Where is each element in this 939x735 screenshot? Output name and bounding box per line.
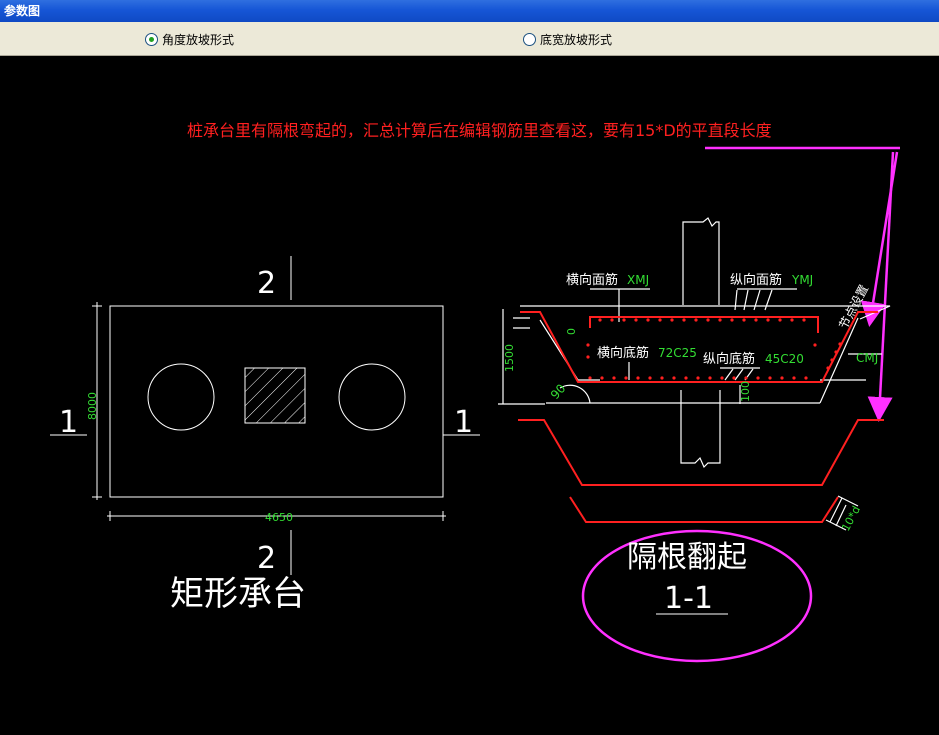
dim-width-label: 4650: [265, 511, 293, 524]
side-rebar-code: CMJ: [856, 351, 878, 365]
section-label-top: 2: [257, 266, 276, 301]
section-view: [498, 217, 891, 531]
pile-right: [338, 363, 406, 431]
bottom-rebar-y-code: 45C20: [765, 352, 804, 366]
radio-selected-icon[interactable]: [145, 33, 158, 46]
plan-caption: 矩形承台: [170, 574, 306, 614]
section-label-left: 1: [59, 405, 78, 440]
annotation-text: 桩承台里有隔根弯起的，汇总计算后在编辑钢筋里查看这，要有15*D的平直段长度: [187, 121, 772, 140]
dim-height-label: 8000: [86, 392, 99, 420]
bottom-rebar-y-label: 纵向底筋: [703, 351, 755, 367]
column-outline: [682, 217, 720, 305]
dim-zero-label: 0: [565, 328, 578, 335]
radio-unselected-icon[interactable]: [523, 33, 536, 46]
radio-angle-slope-label: 角度放坡形式: [162, 33, 235, 47]
plan-view: [50, 256, 480, 575]
rebar-dots-top: [598, 318, 806, 322]
window-title: 参数图: [4, 4, 41, 18]
section-caption-sub: 1-1: [664, 581, 713, 616]
alternate-flat-rebar: [569, 496, 839, 523]
section-label-right: 1: [454, 405, 473, 440]
dim-depth-label: 1500: [503, 344, 516, 372]
top-rebar-y-label: 纵向面筋: [730, 272, 782, 288]
pile-outline: [680, 390, 721, 469]
slope-mode-toolbar: 角度放坡形式 底宽放坡形式: [0, 22, 939, 56]
bottom-rebar-x-label: 横向底筋: [597, 345, 649, 361]
radio-width-slope[interactable]: 底宽放坡形式: [523, 31, 612, 48]
parameter-window: 参数图 角度放坡形式 底宽放坡形式 桩承台里有隔根弯起的，汇总计算后在编辑钢筋里…: [0, 0, 939, 731]
arrow-to-bend-bottom: [867, 151, 895, 422]
pile-left: [147, 363, 215, 431]
bottom-rebar-x-code: 72C25: [658, 346, 697, 360]
title-bar: 参数图: [0, 0, 939, 22]
arrow-to-bend-top: [860, 151, 899, 327]
section-label-bottom: 2: [257, 541, 276, 576]
alternate-bent-rebar: [518, 419, 884, 486]
radio-width-slope-label: 底宽放坡形式: [540, 33, 613, 47]
angle-label: 90: [548, 381, 569, 402]
bend-length-label: 10*d: [839, 504, 863, 533]
top-rebar-x-label: 横向面筋: [566, 272, 618, 288]
top-rebar-x-code: XMJ: [627, 273, 649, 287]
side-rebar-label: 节点设置: [836, 282, 871, 331]
section-caption-main: 隔根翻起: [627, 540, 747, 575]
column-hatched: [244, 367, 306, 424]
drawing-canvas: 桩承台里有隔根弯起的，汇总计算后在编辑钢筋里查看这，要有15*D的平直段长度 2…: [3, 56, 939, 731]
dim-cover-label: 100: [739, 381, 752, 402]
top-rebar-y-code: YMJ: [791, 273, 813, 287]
radio-angle-slope[interactable]: 角度放坡形式: [145, 31, 234, 48]
